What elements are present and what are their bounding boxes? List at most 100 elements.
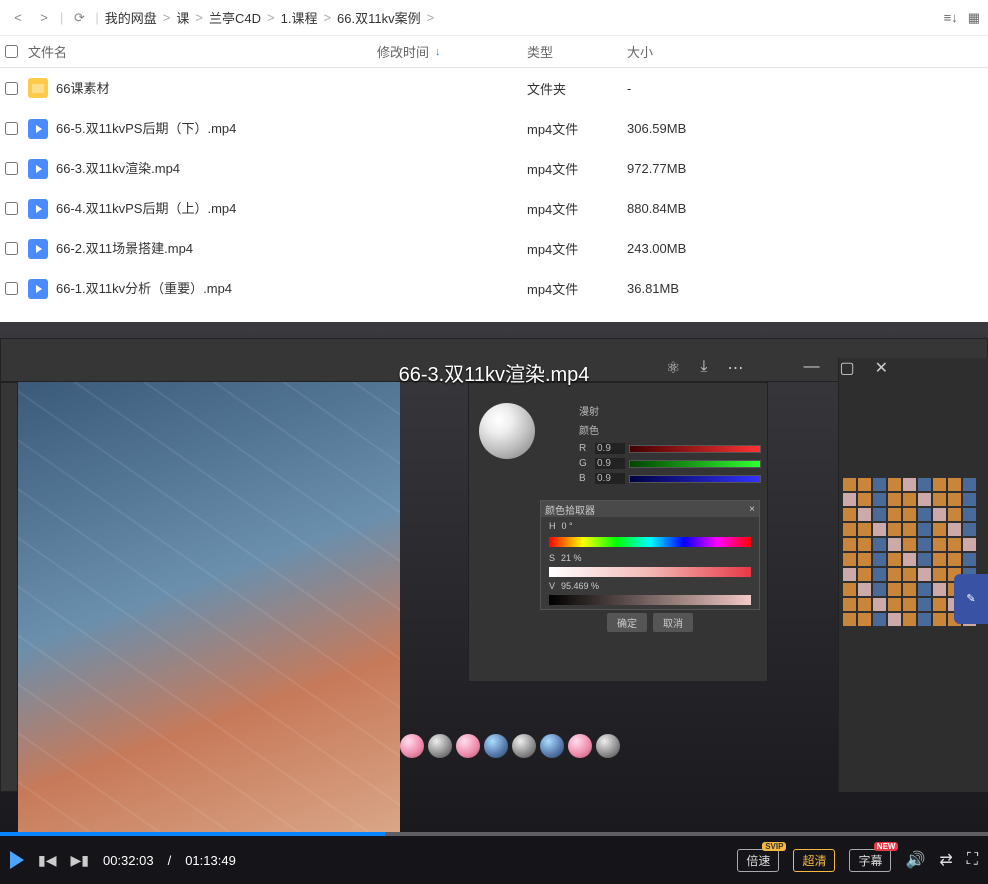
row-checkbox[interactable] xyxy=(5,82,18,95)
thumb[interactable] xyxy=(903,523,916,536)
playlist-icon[interactable]: ⇄ xyxy=(939,850,952,870)
thumb[interactable] xyxy=(843,613,856,626)
thumb[interactable] xyxy=(858,508,871,521)
thumb[interactable] xyxy=(933,508,946,521)
thumb[interactable] xyxy=(873,553,886,566)
thumb[interactable] xyxy=(903,478,916,491)
thumb[interactable] xyxy=(873,613,886,626)
thumb[interactable] xyxy=(933,493,946,506)
thumb[interactable] xyxy=(933,478,946,491)
r-value[interactable]: 0.9 xyxy=(595,443,625,454)
thumb[interactable] xyxy=(858,583,871,596)
row-checkbox[interactable] xyxy=(5,242,18,255)
thumb[interactable] xyxy=(858,493,871,506)
thumb[interactable] xyxy=(963,538,976,551)
thumb[interactable] xyxy=(888,538,901,551)
thumb[interactable] xyxy=(903,508,916,521)
crumb[interactable]: 兰亭C4D xyxy=(209,8,261,27)
thumb[interactable] xyxy=(858,523,871,536)
thumb[interactable] xyxy=(918,568,931,581)
thumb[interactable] xyxy=(843,583,856,596)
thumb[interactable] xyxy=(873,598,886,611)
thumb[interactable] xyxy=(918,583,931,596)
mat-ball[interactable] xyxy=(568,734,592,758)
thumb[interactable] xyxy=(843,493,856,506)
thumb[interactable] xyxy=(873,583,886,596)
nav-back[interactable]: < xyxy=(8,10,28,25)
grid-icon[interactable]: ▦ xyxy=(968,10,980,26)
thumb[interactable] xyxy=(918,538,931,551)
hue-slider[interactable] xyxy=(549,537,751,547)
file-row[interactable]: 66课素材文件夹- xyxy=(0,68,988,108)
thumb[interactable] xyxy=(918,523,931,536)
nav-refresh[interactable]: ⟳ xyxy=(69,10,89,26)
col-type[interactable]: 类型 xyxy=(527,42,627,61)
thumb[interactable] xyxy=(933,613,946,626)
thumb[interactable] xyxy=(948,523,961,536)
b-slider[interactable] xyxy=(629,475,761,483)
picker-ok[interactable]: 确定 xyxy=(607,613,647,632)
thumb[interactable] xyxy=(918,553,931,566)
b-value[interactable]: 0.9 xyxy=(595,473,625,484)
sat-slider[interactable] xyxy=(549,567,751,577)
close-icon[interactable]: ✕ xyxy=(875,358,888,378)
thumb[interactable] xyxy=(963,493,976,506)
row-checkbox[interactable] xyxy=(5,282,18,295)
thumb[interactable] xyxy=(843,508,856,521)
share-icon[interactable]: ⚛ xyxy=(666,358,680,378)
thumb[interactable] xyxy=(888,553,901,566)
thumb[interactable] xyxy=(903,493,916,506)
nav-forward[interactable]: > xyxy=(34,10,54,25)
thumb[interactable] xyxy=(963,553,976,566)
thumb[interactable] xyxy=(888,478,901,491)
thumb[interactable] xyxy=(963,478,976,491)
thumb[interactable] xyxy=(843,598,856,611)
thumb[interactable] xyxy=(903,613,916,626)
mat-ball[interactable] xyxy=(512,734,536,758)
fullscreen-icon[interactable]: ⛶ xyxy=(967,851,978,869)
thumb[interactable] xyxy=(948,478,961,491)
mat-ball[interactable] xyxy=(456,734,480,758)
download-icon[interactable]: ⤓ xyxy=(700,358,707,378)
thumb[interactable] xyxy=(963,523,976,536)
maximize-icon[interactable]: ▢ xyxy=(839,358,854,378)
thumb[interactable] xyxy=(873,493,886,506)
thumb[interactable] xyxy=(888,508,901,521)
thumb[interactable] xyxy=(888,598,901,611)
mat-ball[interactable] xyxy=(596,734,620,758)
mat-ball[interactable] xyxy=(484,734,508,758)
thumb[interactable] xyxy=(858,553,871,566)
file-row[interactable]: 66-4.双11kvPS后期（上）.mp4mp4文件880.84MB xyxy=(0,188,988,228)
notes-button[interactable]: ✎ xyxy=(954,574,988,624)
volume-icon[interactable]: 🔊 xyxy=(905,850,925,870)
row-checkbox[interactable] xyxy=(5,122,18,135)
file-row[interactable]: 66-1.双11kv分析（重要）.mp4mp4文件36.81MB xyxy=(0,268,988,308)
thumb[interactable] xyxy=(858,568,871,581)
thumb[interactable] xyxy=(843,523,856,536)
thumb[interactable] xyxy=(933,553,946,566)
mat-ball[interactable] xyxy=(428,734,452,758)
thumb[interactable] xyxy=(963,508,976,521)
mat-ball[interactable] xyxy=(400,734,424,758)
thumb[interactable] xyxy=(948,508,961,521)
file-row[interactable]: 66-2.双11场景搭建.mp4mp4文件243.00MB xyxy=(0,228,988,268)
more-icon[interactable]: ⋯ xyxy=(727,358,743,378)
sort-icon[interactable]: ≡↓ xyxy=(944,10,958,26)
crumb[interactable]: 课 xyxy=(176,8,189,27)
thumb[interactable] xyxy=(918,508,931,521)
thumb[interactable] xyxy=(903,583,916,596)
play-button[interactable] xyxy=(10,851,24,869)
thumb[interactable] xyxy=(888,613,901,626)
file-row[interactable]: 66-5.双11kvPS后期（下）.mp4mp4文件306.59MB xyxy=(0,108,988,148)
thumb[interactable] xyxy=(858,478,871,491)
thumb[interactable] xyxy=(918,493,931,506)
thumb[interactable] xyxy=(858,613,871,626)
thumb[interactable] xyxy=(873,523,886,536)
thumb[interactable] xyxy=(888,568,901,581)
thumb[interactable] xyxy=(933,598,946,611)
thumb[interactable] xyxy=(933,523,946,536)
thumb[interactable] xyxy=(888,523,901,536)
speed-button[interactable]: 倍速SVIP xyxy=(737,849,779,872)
select-all[interactable] xyxy=(5,45,18,58)
r-slider[interactable] xyxy=(629,445,761,453)
